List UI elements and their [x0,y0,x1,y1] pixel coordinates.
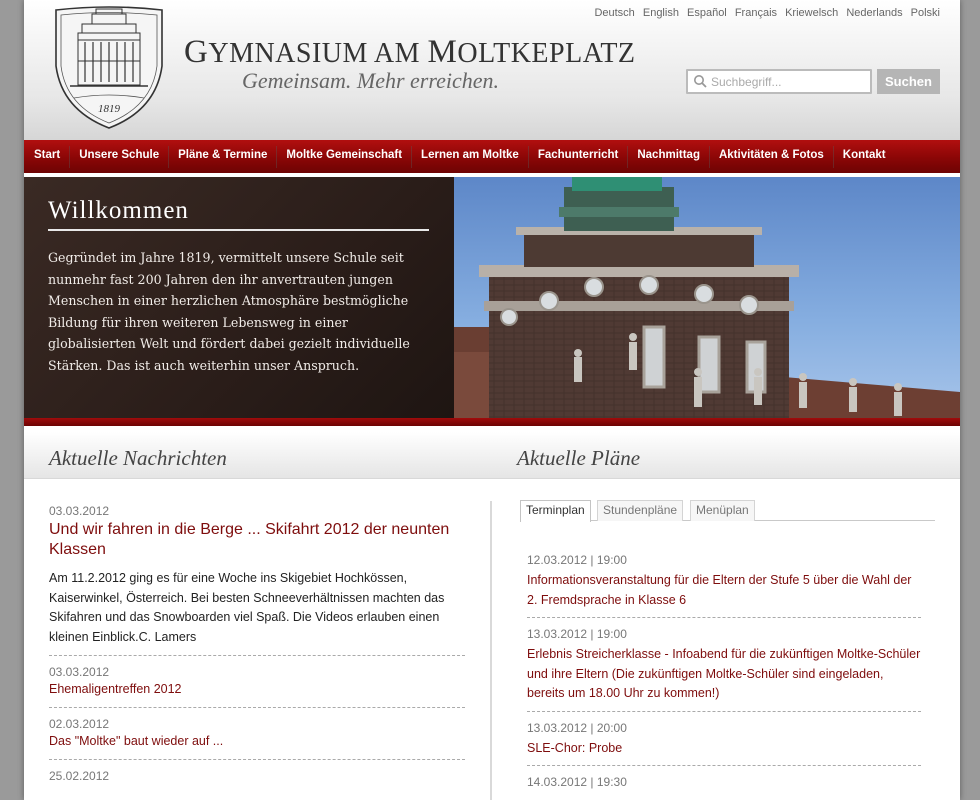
lang-kriewelsch[interactable]: Kriewelsch [785,7,838,19]
column-divider [490,501,492,800]
search-button[interactable]: Suchen [877,69,940,94]
event-title-link[interactable]: Erlebnis Streicherklasse - Infoabend für… [527,645,921,704]
search-input[interactable] [711,74,869,90]
search-field[interactable] [686,69,872,94]
nav-fachunterricht[interactable]: Fachunterricht [532,140,625,173]
news-heading: Aktuelle Nachrichten [49,446,227,470]
event-date: 14.03.2012 | 19:30 [527,775,627,789]
lang-espanol[interactable]: Español [687,7,727,19]
nav-divider [527,145,529,168]
event-title-link[interactable]: SLE-Chor: Probe [527,739,921,759]
news-date: 03.03.2012 [49,504,110,518]
school-crest-logo[interactable]: 1819 [52,6,166,132]
school-building-image [454,177,960,418]
news-title-link[interactable]: Und wir fahren in die Berge ... Skifahrt… [49,520,465,559]
lang-english[interactable]: English [643,7,679,19]
welcome-banner: Willkommen Gegründet im Jahre 1819, verm… [24,177,960,418]
tab-terminplan[interactable]: Terminplan [520,500,591,522]
nav-divider [168,145,170,168]
news-date: 03.03.2012 [49,665,110,679]
event-title-link[interactable]: Informationsveranstaltung für die Eltern… [527,571,921,610]
nav-nachmittag[interactable]: Nachmittag [631,140,706,173]
lang-nederlands[interactable]: Nederlands [846,7,902,19]
nav-divider [69,145,71,168]
nav-kontakt[interactable]: Kontakt [837,140,892,173]
event-date: 13.03.2012 | 20:00 [527,720,627,735]
section-header-bar: Aktuelle Nachrichten Aktuelle Pläne [24,432,960,479]
news-title-link[interactable]: Das "Moltke" baut wieder auf ... [49,732,465,751]
news-date: 02.03.2012 [49,717,110,731]
event-date: 13.03.2012 | 19:00 [527,627,627,641]
nav-divider [708,145,710,168]
news-teaser: Am 11.2.2012 ging es für eine Woche ins … [49,571,445,644]
lang-deutsch[interactable]: Deutsch [594,7,634,19]
nav-divider [627,145,629,168]
tab-menueplan[interactable]: Menüplan [690,500,755,521]
plans-heading: Aktuelle Pläne [517,446,641,470]
header: 1819 GYMNASIUM AM MOLTKEPLATZ Gemeinsam.… [24,0,960,140]
plans-tabs: Terminplan Stundenpläne Menüplan [520,500,935,522]
school-building-photo [454,177,960,418]
nav-aktivitaeten-fotos[interactable]: Aktivitäten & Fotos [713,140,830,173]
site-title[interactable]: GYMNASIUM AM MOLTKEPLATZ [184,34,636,71]
nav-divider [832,145,834,168]
site-tagline: Gemeinsam. Mehr erreichen. [242,68,499,93]
nav-plaene-termine[interactable]: Pläne & Termine [172,140,273,173]
event-item: 12.03.2012 | 19:00 Informationsveranstal… [527,553,921,618]
main-nav: Start Unsere Schule Pläne & Termine Molt… [24,140,960,173]
event-item: 13.03.2012 | 19:00 Erlebnis Streicherkla… [527,627,921,712]
tab-stundenplaene[interactable]: Stundenpläne [597,500,684,521]
nav-divider [411,145,413,168]
nav-moltke-gemeinschaft[interactable]: Moltke Gemeinschaft [280,140,408,173]
hero-divider [24,418,960,426]
news-item: 02.03.2012 Das "Moltke" baut wieder auf … [49,717,465,760]
nav-lernen-am-moltke[interactable]: Lernen am Moltke [415,140,525,173]
news-list: 03.03.2012 Und wir fahren in die Berge .… [49,504,465,800]
event-item: 13.03.2012 | 20:00 SLE-Chor: Probe [527,720,921,766]
news-date: 25.02.2012 [49,769,110,783]
event-list: 12.03.2012 | 19:00 Informationsveranstal… [527,553,921,800]
event-item: 14.03.2012 | 19:30 [527,775,921,796]
language-switcher: Deutsch English Español Français Kriewel… [589,7,940,19]
news-item: 03.03.2012 Ehemaligentreffen 2012 [49,665,465,708]
news-item: 03.03.2012 Und wir fahren in die Berge .… [49,504,465,656]
news-title-link[interactable]: Ehemaligentreffen 2012 [49,680,465,699]
page: 1819 GYMNASIUM AM MOLTKEPLATZ Gemeinsam.… [24,0,960,800]
nav-start[interactable]: Start [28,140,66,173]
search-icon [694,75,707,88]
nav-unsere-schule[interactable]: Unsere Schule [73,140,165,173]
event-date: 12.03.2012 | 19:00 [527,553,627,567]
lang-polski[interactable]: Polski [911,7,940,19]
welcome-title: Willkommen [48,197,429,231]
welcome-panel: Willkommen Gegründet im Jahre 1819, verm… [24,177,454,418]
lang-francais[interactable]: Français [735,7,777,19]
news-item: 25.02.2012 [49,769,465,791]
welcome-text: Gegründet im Jahre 1819, vermittelt unse… [48,250,410,373]
nav-divider [276,145,278,168]
logo-year: 1819 [98,103,121,115]
